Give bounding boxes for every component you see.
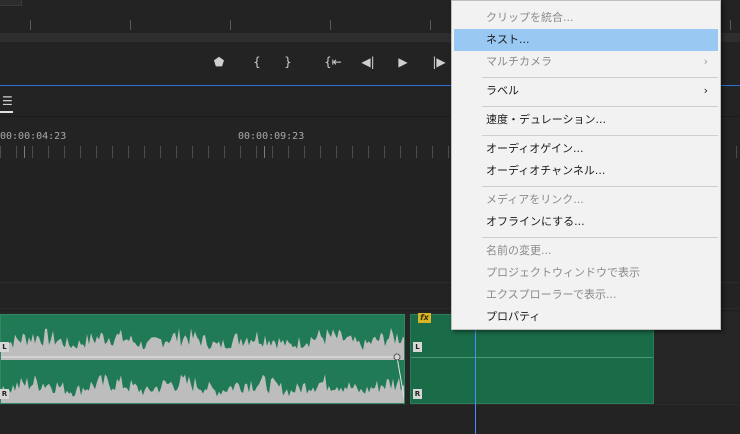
waveform-baseline [1, 403, 405, 404]
play-icon[interactable]: ▶ [392, 52, 414, 72]
menu-item-label: ネスト... [486, 33, 530, 46]
menu-item-label: プロジェクトウィンドウで表示 [486, 266, 640, 279]
menu-item-label: メディアをリンク... [486, 193, 584, 206]
menu-item-label: オーディオチャンネル... [486, 164, 606, 177]
channel-label-left: L [413, 342, 422, 352]
track-separator [0, 404, 740, 405]
menu-item-label: オーディオゲイン... [486, 142, 584, 155]
channel-label-left: L [0, 342, 9, 352]
monitor-corner-control[interactable] [0, 0, 22, 6]
waveform-channel [1, 327, 404, 357]
waveform-channel [1, 374, 404, 403]
ruler-timecode: 00:00:04:23 [0, 131, 67, 142]
context-menu: クリップを統合... ネスト... マルチカメラ › ラベル › 速度・デュレーショ… [451, 0, 721, 330]
menu-item-reveal-in-project[interactable]: プロジェクトウィンドウで表示 [454, 262, 718, 284]
menu-item-make-offline[interactable]: オフラインにする... [454, 211, 718, 233]
menu-separator [482, 135, 718, 136]
panel-menu-icon[interactable]: ☰ [2, 94, 13, 108]
menu-item-label: エクスプローラーで表示... [486, 288, 617, 301]
channel-label-right: R [413, 389, 422, 399]
mark-in-icon[interactable]: { [246, 52, 268, 72]
menu-separator [482, 186, 718, 187]
menu-separator [482, 237, 718, 238]
audio-waveform [1, 327, 405, 404]
mark-out-icon[interactable]: } [277, 52, 299, 72]
menu-item-consolidate-clips[interactable]: クリップを統合... [454, 7, 718, 29]
menu-separator [482, 77, 718, 78]
menu-item-speed-duration[interactable]: 速度・デュレーション... [454, 109, 718, 131]
playhead-line[interactable] [475, 316, 476, 434]
keyframe-handle[interactable] [393, 353, 401, 361]
fx-badge[interactable]: fx [418, 313, 431, 323]
menu-item-reveal-in-explorer[interactable]: エクスプローラーで表示... [454, 284, 718, 306]
submenu-arrow-icon: › [703, 84, 708, 97]
menu-item-label: プロパティ [486, 310, 541, 323]
menu-item-nest[interactable]: ネスト... [454, 29, 718, 51]
audio-clip[interactable] [0, 314, 405, 404]
menu-item-label-color[interactable]: ラベル › [454, 80, 718, 102]
menu-item-label: 速度・デュレーション... [486, 113, 607, 126]
go-to-in-icon[interactable]: {⇤ [322, 52, 344, 72]
menu-item-label: マルチカメラ [486, 55, 552, 68]
menu-item-rename[interactable]: 名前の変更... [454, 240, 718, 262]
panel-tab-underline [0, 111, 13, 113]
menu-item-label: クリップを統合... [486, 11, 574, 24]
step-forward-icon[interactable]: |▶ [428, 52, 450, 72]
menu-item-multicam[interactable]: マルチカメラ › [454, 51, 718, 73]
menu-item-link-media[interactable]: メディアをリンク... [454, 189, 718, 211]
marker-icon[interactable]: ⬟ [208, 52, 230, 72]
channel-label-right: R [0, 389, 9, 399]
menu-item-label: 名前の変更... [486, 244, 552, 257]
menu-separator [482, 106, 718, 107]
ruler-major-tick [24, 146, 25, 158]
menu-item-audio-gain[interactable]: オーディオゲイン... [454, 138, 718, 160]
ruler-major-tick [264, 146, 265, 158]
submenu-arrow-icon: › [703, 55, 708, 68]
clip-channel-divider [411, 357, 653, 358]
menu-item-label: ラベル [486, 84, 519, 97]
transport-controls: ⬟ { } {⇤ ◀| ▶ |▶ [0, 52, 460, 72]
menu-item-properties[interactable]: プロパティ [454, 306, 718, 328]
menu-item-label: オフラインにする... [486, 215, 585, 228]
ruler-timecode: 00:00:09:23 [238, 131, 305, 142]
menu-item-audio-channels[interactable]: オーディオチャンネル... [454, 160, 718, 182]
step-back-icon[interactable]: ◀| [357, 52, 379, 72]
